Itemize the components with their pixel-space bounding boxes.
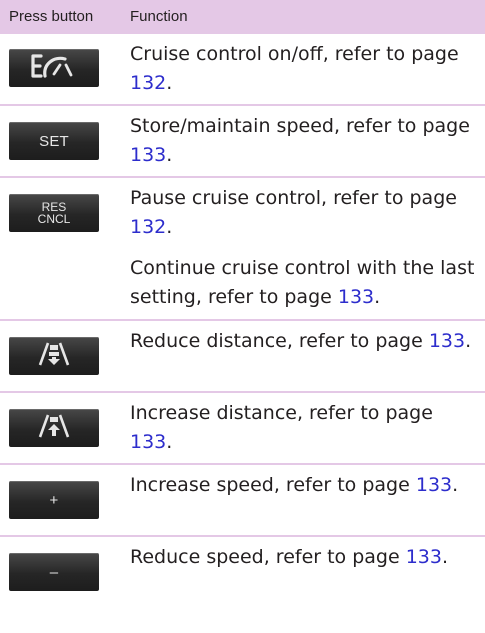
table-row: – Reduce speed, refer to page 133. — [0, 537, 485, 633]
reduce-distance-button[interactable] — [9, 337, 99, 375]
table-row: SET Store/maintain speed, refer to page … — [0, 106, 485, 178]
increase-distance-button[interactable] — [9, 409, 99, 447]
table-row: RES CNCL Pause cruise control, refer to … — [0, 178, 485, 321]
distance-increase-icon — [37, 413, 71, 444]
page-link[interactable]: 133 — [429, 330, 465, 352]
table-row: Increase distance, refer to page 133. — [0, 393, 485, 465]
distance-reduce-icon — [37, 341, 71, 372]
page-link[interactable]: 133 — [130, 144, 166, 166]
column-header-function: Function — [130, 8, 188, 25]
res-cncl-button[interactable]: RES CNCL — [9, 194, 99, 232]
table-row: + Increase speed, refer to page 133. — [0, 465, 485, 537]
cruise-control-icon — [29, 53, 79, 84]
column-header-press-button: Press button — [9, 8, 94, 25]
table-row: Cruise control on/off, refer to page 132… — [0, 34, 485, 106]
reduce-speed-button[interactable]: – — [9, 553, 99, 591]
increase-speed-button[interactable]: + — [9, 481, 99, 519]
table-header: Press button Function — [0, 0, 485, 34]
cruise-control-button[interactable] — [9, 49, 99, 87]
page-link[interactable]: 132 — [130, 216, 166, 238]
page-link[interactable]: 133 — [406, 546, 442, 568]
table-row: Reduce distance, refer to page 133. — [0, 321, 485, 393]
page-link[interactable]: 133 — [130, 431, 166, 453]
page-link[interactable]: 132 — [130, 72, 166, 94]
set-button[interactable]: SET — [9, 122, 99, 160]
page-link[interactable]: 133 — [338, 286, 374, 308]
page-link[interactable]: 133 — [416, 474, 452, 496]
